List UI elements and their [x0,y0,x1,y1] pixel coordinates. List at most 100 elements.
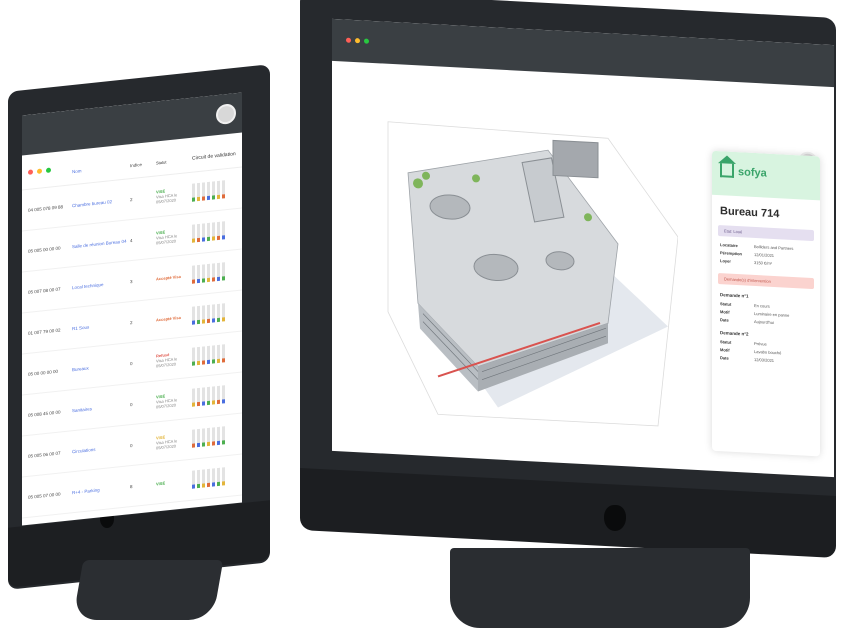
validation-step [212,427,215,446]
validation-circuit [192,385,225,407]
row-name-link[interactable]: R1 Sous [72,320,130,331]
validation-step [222,344,225,363]
row-index: 8 [130,483,133,489]
validation-step [207,468,210,488]
close-dot-icon[interactable] [346,37,351,43]
validation-step [202,387,205,406]
room-title: Bureau 714 [720,205,780,221]
validation-step [202,346,205,365]
3d-building-viewer[interactable] [378,111,678,447]
intervention-alert-badge[interactable]: Demande(s) d'intervention [718,273,814,290]
window-controls [346,37,369,44]
brand-logo: sofya [738,166,767,180]
row-index: 3 [130,278,133,284]
validation-step [197,346,200,366]
left-monitor: Nom Indice Statut Circuit de validation … [0,0,290,640]
validation-step [222,221,225,240]
validation-circuit [192,262,225,284]
validation-step [212,468,215,487]
validation-step [197,264,200,284]
row-id: 05 005 06 00 07 [28,450,61,459]
validation-step [202,428,205,447]
right-monitor-stand [450,548,750,628]
validation-step [192,347,195,366]
row-id: 04 005 078 09 88 [28,203,64,213]
column-header-circuit: Circuit de validation [192,151,236,162]
minimize-dot-icon[interactable] [355,38,360,44]
validation-step [197,182,200,202]
row-index: 4 [130,237,133,243]
card-header: sofya [712,150,820,201]
row-name-link[interactable]: Circulations [72,443,130,453]
validation-step [202,264,205,283]
row-name-link[interactable]: Local technique [72,279,130,289]
validation-step [217,180,220,200]
validation-circuit [192,344,225,366]
validation-step [222,303,225,322]
row-index: 2 [130,319,133,325]
row-id: 05 005 00 00 00 [28,245,61,254]
validation-step [207,386,210,406]
row-status: Accepté Visa [156,313,192,322]
status-badge: Etat: Loué [718,225,814,242]
house-logo-icon [720,163,734,178]
validation-step [217,344,220,364]
building-model-icon [387,121,678,427]
validation-step [217,262,220,282]
validation-step [217,221,220,241]
validation-step [192,183,195,202]
row-index: 2 [130,196,133,202]
row-index: 0 [130,360,133,366]
validation-step [202,182,205,201]
validation-step [217,385,220,405]
validation-step [202,223,205,242]
validation-circuit [192,180,225,202]
validation-step [207,345,210,365]
validation-step [222,180,225,199]
row-name-link[interactable]: Salle de réunion Bureau 04 [72,238,130,249]
validation-step [207,263,210,283]
validation-step [212,263,215,282]
maximize-dot-icon[interactable] [364,38,369,44]
apple-logo-icon [604,505,626,531]
column-header-status: Statut [156,158,167,165]
row-name-link[interactable]: Bureaux [72,361,130,372]
validation-step [192,388,195,407]
row-id: 05 005 07 00 00 [28,491,61,500]
row-status: VISÉ [156,477,192,486]
validation-step [202,469,205,488]
validation-step [202,305,205,324]
validation-step [212,222,215,241]
request-title: Demande n°2 [720,330,749,337]
validation-step [192,429,195,448]
validation-step [217,303,220,323]
row-name-link[interactable]: Chambre bureau 02 [72,197,130,208]
row-name-link[interactable]: R+4 - Parking [72,484,130,495]
validation-step [192,265,195,284]
row-name-link[interactable]: Sanitaires [72,402,130,413]
column-header-index: Indice [130,161,143,168]
row-id: 05 007 08 00 07 [28,286,61,295]
row-status: VISÉ Visa HCA le 05/07/2020 [156,185,192,204]
validation-step [197,387,200,407]
row-index: 0 [130,401,133,407]
field-row: Loyer 3150 €/m² [720,258,773,266]
left-screen: Nom Indice Statut Circuit de validation … [22,92,242,526]
row-id: 01 007 79 00 02 [28,327,61,336]
validation-step [212,386,215,405]
row-status: Refusé Visa HCA le 05/07/2020 [156,349,192,368]
status-label: VISÉ [156,480,166,486]
validation-table: Nom Indice Statut Circuit de validation … [22,140,242,519]
validation-step [197,223,200,243]
field-row: Date Aujourd'hui [720,317,774,326]
validation-step [197,469,200,489]
status-label: Accepté Visa [156,273,181,281]
validation-step [222,426,225,445]
user-avatar[interactable] [216,103,236,126]
validation-step [217,467,220,487]
row-status: VISÉ Visa HCA le 05/07/2020 [156,226,192,245]
row-id: 05 00 00 00 00 [28,368,59,377]
validation-step [207,181,210,201]
validation-step [192,470,195,489]
validation-step [212,304,215,323]
